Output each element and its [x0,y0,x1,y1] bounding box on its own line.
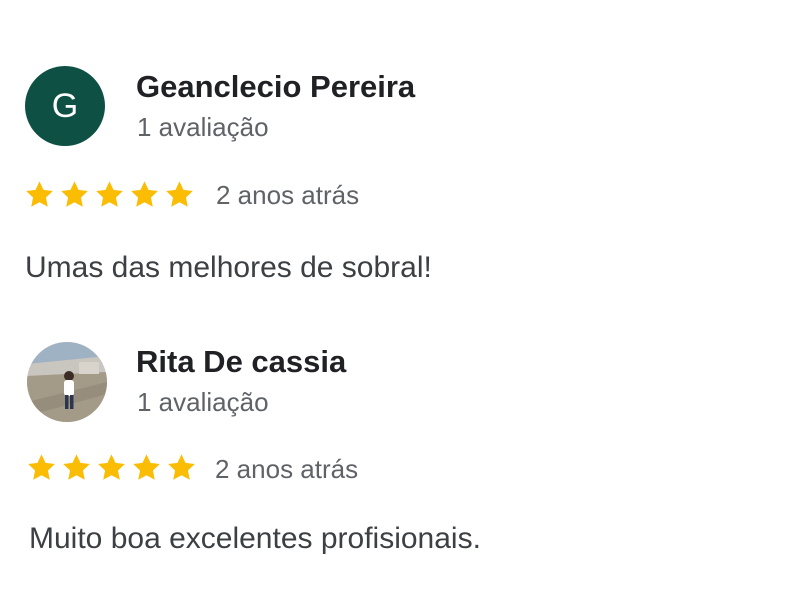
star-icon [98,454,125,480]
review-card: Rita De cassia 1 avaliação 2 anos atrás … [0,0,800,600]
review-time: 2 anos atrás [215,454,359,484]
user-photo-icon [27,342,107,422]
review-text: Muito boa excelentes profisionais. [29,522,481,555]
star-icon [28,454,55,480]
star-rating [26,452,197,483]
avatar[interactable] [27,342,107,422]
reviewer-name[interactable]: Rita De cassia [136,344,346,380]
star-icon [168,454,195,480]
star-icon [133,454,160,480]
star-icon [63,454,90,480]
review-count: 1 avaliação [137,387,269,417]
